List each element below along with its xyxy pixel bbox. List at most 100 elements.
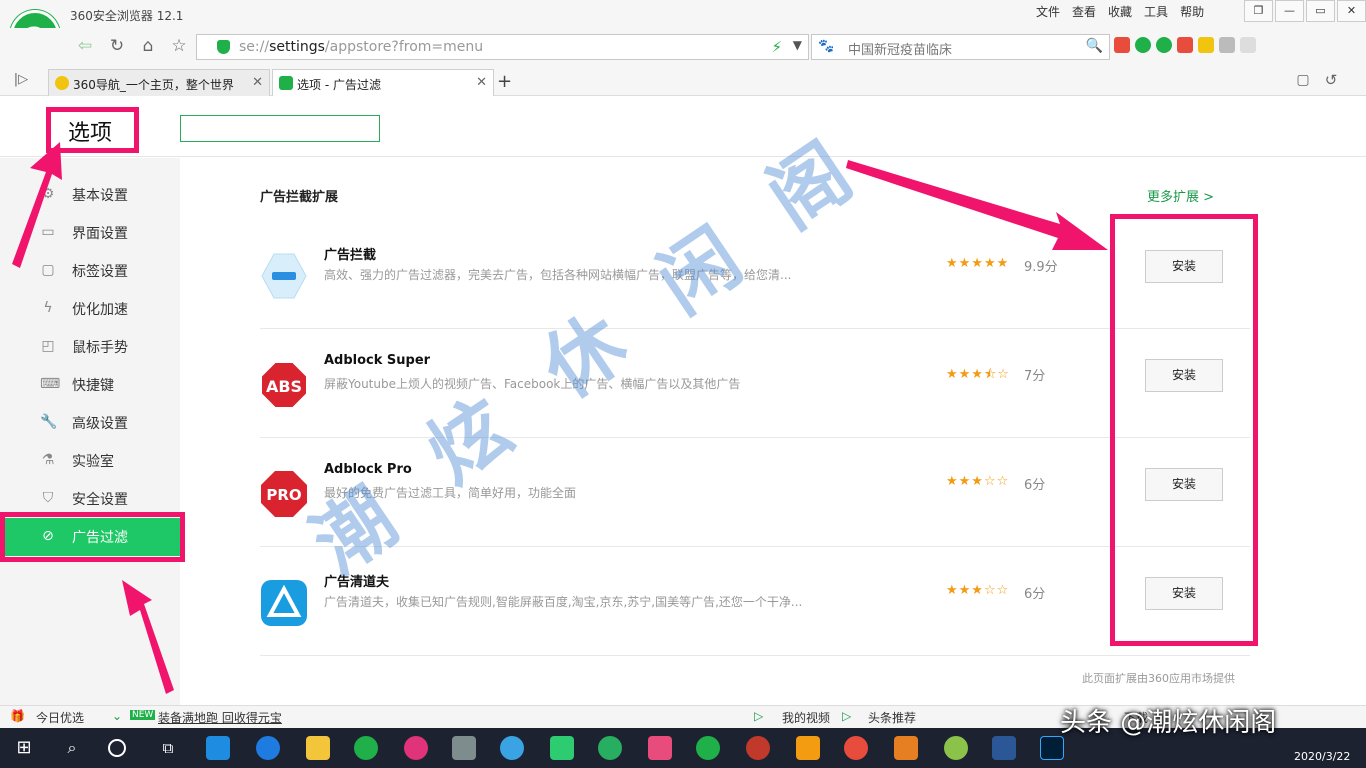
home-icon[interactable]: ⌂ xyxy=(135,34,161,58)
windows-start-icon[interactable]: ⊞ xyxy=(12,736,36,760)
green-ext-icon[interactable] xyxy=(1135,37,1151,53)
section-title: 广告拦截扩展 xyxy=(260,190,339,205)
tab-close-icon[interactable]: ✕ xyxy=(252,75,263,90)
rating-score: 6分 xyxy=(1024,478,1046,493)
browser-360-icon[interactable] xyxy=(354,736,378,760)
money-icon[interactable] xyxy=(1156,37,1172,53)
search-input[interactable]: 🐾 中国新冠疫苗临床 🔍 xyxy=(811,34,1110,60)
mouse-icon: ◰ xyxy=(41,338,55,354)
sidebar-item-lab[interactable]: ⚗ 实验室 xyxy=(0,442,180,480)
edge-icon[interactable] xyxy=(256,736,280,760)
star-icon[interactable]: ☆ xyxy=(166,34,192,58)
apps-icon[interactable] xyxy=(1114,37,1130,53)
extension-desc: 广告清道夫，收集已知广告规则,智能屏蔽百度,淘宝,京东,苏宁,国美等广告,还您一… xyxy=(324,595,803,609)
search-engine-icon[interactable]: 🐾 xyxy=(818,39,834,54)
menu-file[interactable]: 文件 xyxy=(1030,3,1066,21)
extension-icons xyxy=(1114,37,1256,53)
sidebar-item-advanced[interactable]: 🔧 高级设置 xyxy=(0,404,180,442)
app-icon-green[interactable] xyxy=(550,736,574,760)
app-icon-pink[interactable] xyxy=(404,736,428,760)
app-icon-red[interactable] xyxy=(746,736,770,760)
play-icon[interactable]: ▷ xyxy=(842,709,851,723)
tab-close-icon[interactable]: ✕ xyxy=(476,75,487,90)
app-icon-gray[interactable] xyxy=(452,736,476,760)
undo-close-icon[interactable]: ↺ xyxy=(1318,68,1344,92)
chevron-down-icon[interactable]: ▼ xyxy=(793,38,802,52)
more-extensions-link[interactable]: 更多扩展 > xyxy=(1147,186,1214,205)
address-input[interactable]: se://settings/appstore?from=menu ⚡ ▼ xyxy=(196,34,809,60)
menu-tools[interactable]: 工具 xyxy=(1138,3,1174,21)
svg-text:PRO: PRO xyxy=(266,486,301,504)
back-icon[interactable]: ⇦ xyxy=(72,34,98,58)
tab-bar: |▷ 360导航_一个主页，整个世界 ✕ 选项 - 广告过滤 ✕ + ▢ ↺ xyxy=(0,66,1366,96)
my-video-link[interactable]: 我的视频 xyxy=(782,709,830,726)
headlines-link[interactable]: 头条推荐 xyxy=(868,709,916,726)
app-icon-photo[interactable] xyxy=(648,736,672,760)
bolt-icon: ϟ xyxy=(43,300,53,316)
annotation-arrow-icon xyxy=(846,160,1108,250)
sidebar-item-label: 标签设置 xyxy=(72,264,128,280)
app-icon-rocket[interactable] xyxy=(894,736,918,760)
sidebar-item-shortcuts[interactable]: ⌨ 快捷键 xyxy=(0,366,180,404)
url-prefix: se:// xyxy=(239,39,270,55)
promo-link[interactable]: 装备满地跑 回收得元宝 xyxy=(158,709,282,726)
screenshot-icon[interactable] xyxy=(1198,37,1214,53)
url-rest: /appstore?from=menu xyxy=(324,39,484,55)
sidebar-item-label: 界面设置 xyxy=(72,226,128,242)
extension-name: Adblock Pro xyxy=(324,462,412,477)
app-icon-orange[interactable] xyxy=(796,736,820,760)
chevron-down-icon[interactable]: ⌄ xyxy=(112,709,122,723)
tab-options[interactable]: 选项 - 广告过滤 ✕ xyxy=(272,69,494,96)
app-icon-bamboo[interactable] xyxy=(944,736,968,760)
tab-list-icon[interactable]: ▢ xyxy=(1290,68,1316,92)
close-button[interactable]: ✕ xyxy=(1337,0,1366,22)
search-icon[interactable]: 🔍 xyxy=(1086,38,1103,54)
chrome-icon[interactable] xyxy=(844,736,868,760)
rating-score: 7分 xyxy=(1024,369,1046,384)
annotation-box-install xyxy=(1110,214,1258,646)
minimize-button[interactable]: — xyxy=(1275,0,1304,22)
new-tab-button[interactable]: + xyxy=(497,71,512,92)
tab-label: 选项 - 广告过滤 xyxy=(297,78,381,92)
game-icon[interactable] xyxy=(1219,37,1235,53)
photoshop-icon[interactable] xyxy=(1040,736,1064,760)
star-rating: ★★★☆☆ xyxy=(946,583,1010,598)
extension-row: ABS Adblock Super 屏蔽Youtube上烦人的视频广告、Face… xyxy=(260,329,1250,438)
more-ext-icon[interactable] xyxy=(1240,37,1256,53)
translate-icon[interactable] xyxy=(1177,37,1193,53)
speed-mode-icon[interactable]: ⚡ xyxy=(771,38,782,56)
app-icon-cloud[interactable] xyxy=(500,736,524,760)
menu-view[interactable]: 查看 xyxy=(1066,3,1102,21)
sidebar-toggle-icon[interactable]: |▷ xyxy=(8,68,34,92)
refresh-icon[interactable]: ↻ xyxy=(104,34,130,58)
app-icon-blue[interactable] xyxy=(206,736,230,760)
adblock-hexagon-icon xyxy=(261,253,307,299)
cortana-icon[interactable] xyxy=(108,739,126,757)
sidebar-item-label: 实验室 xyxy=(72,454,114,470)
skin-button[interactable]: ❐ xyxy=(1244,0,1273,22)
wechat-icon[interactable] xyxy=(598,736,622,760)
sidebar-item-mouse[interactable]: ◰ 鼠标手势 xyxy=(0,328,180,366)
menu-help[interactable]: 帮助 xyxy=(1174,3,1210,21)
new-badge: NEW xyxy=(130,710,156,720)
sidebar-item-optimize[interactable]: ϟ 优化加速 xyxy=(0,290,180,328)
maximize-button[interactable]: ▭ xyxy=(1306,0,1335,22)
address-row: ⇦ ↻ ⌂ ☆ se://settings/appstore?from=menu… xyxy=(0,28,1366,66)
task-view-icon[interactable]: ⧉ xyxy=(156,736,180,760)
extension-desc: 高效、强力的广告过滤器，完美去广告，包括各种网站横幅广告，联盟广告等，给您清..… xyxy=(324,268,792,282)
gift-icon[interactable]: 🎁 xyxy=(10,709,25,723)
extension-name: 广告拦截 xyxy=(324,248,377,263)
keyboard-icon: ⌨ xyxy=(40,376,61,392)
sidebar-item-label: 鼠标手势 xyxy=(72,340,128,356)
word-icon[interactable] xyxy=(992,736,1016,760)
menu-favorites[interactable]: 收藏 xyxy=(1102,3,1138,21)
app-icon-yellow[interactable] xyxy=(306,736,330,760)
tab-360-nav[interactable]: 360导航_一个主页，整个世界 ✕ xyxy=(48,69,270,96)
cleaner-icon xyxy=(261,580,307,626)
options-search-input[interactable] xyxy=(180,115,380,142)
search-icon[interactable]: ⌕ xyxy=(60,736,84,760)
video-icon[interactable]: ▷ xyxy=(754,709,763,723)
sidebar-item-label: 优化加速 xyxy=(72,302,128,318)
app-icon-circle[interactable] xyxy=(696,736,720,760)
today-picks-link[interactable]: 今日优选 xyxy=(36,709,84,726)
